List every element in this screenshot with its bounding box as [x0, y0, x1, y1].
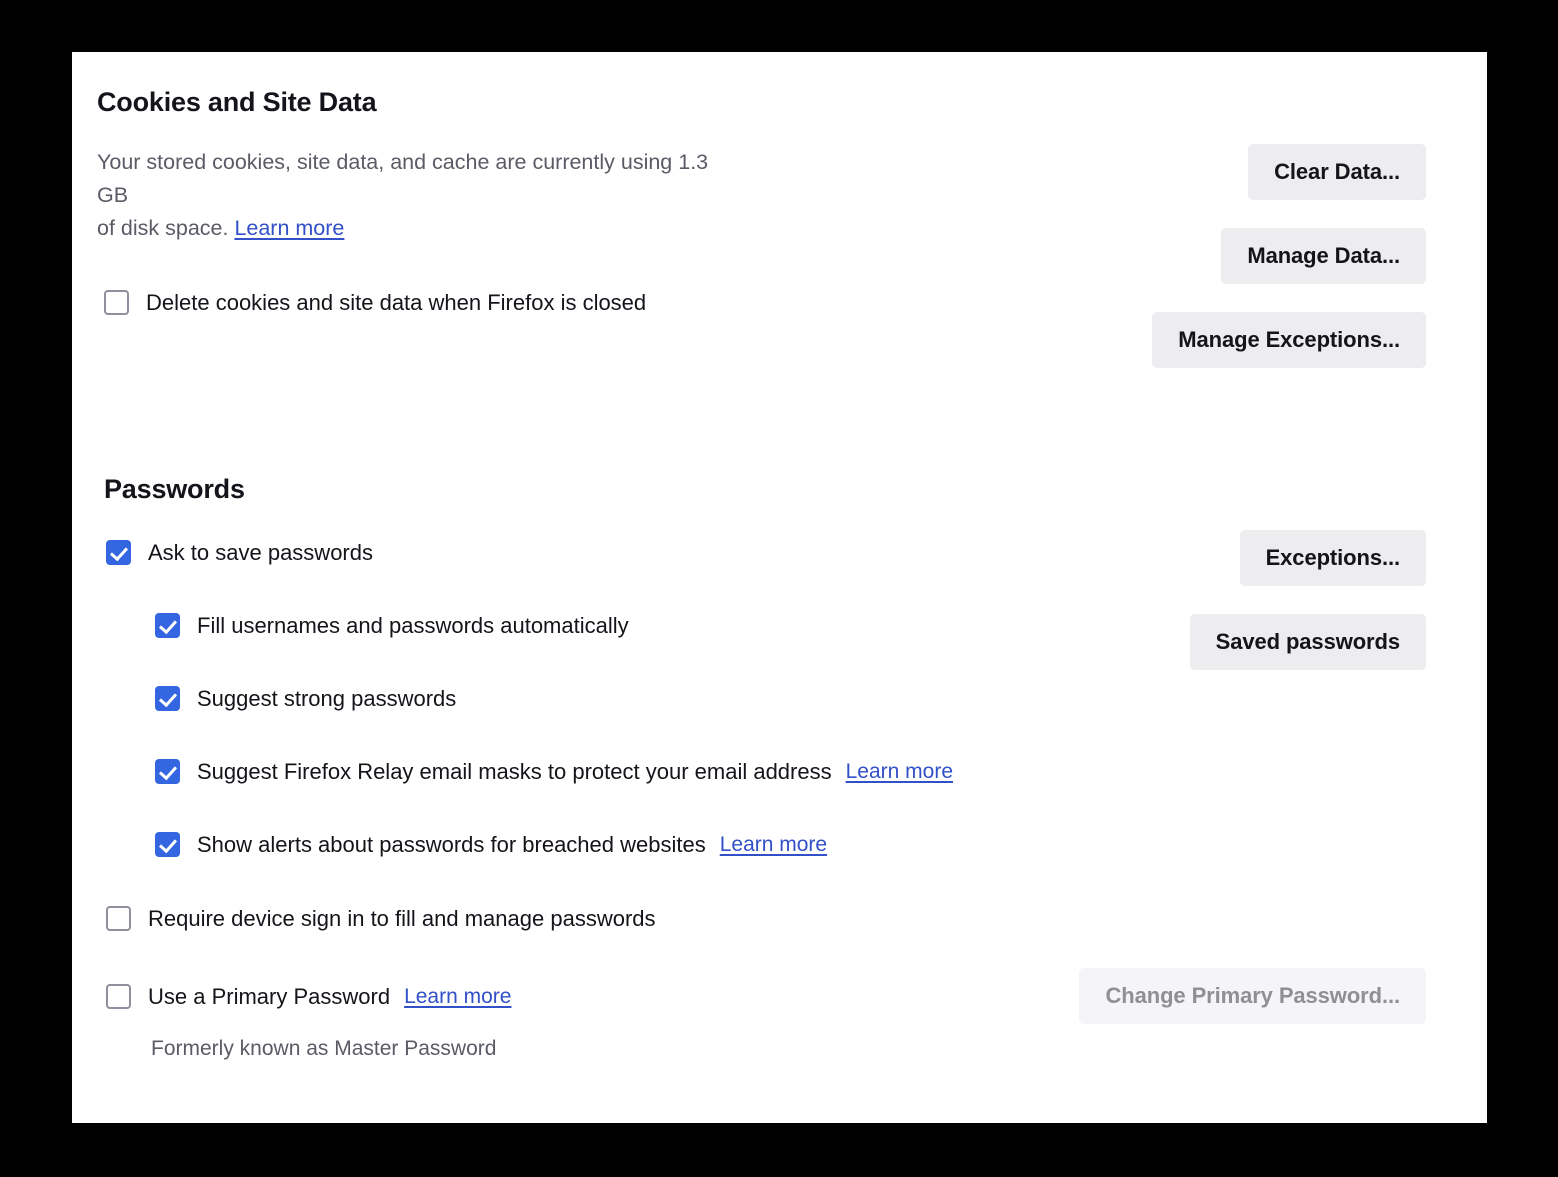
use-primary-password-row[interactable]: Use a Primary Password Learn more [106, 984, 511, 1009]
use-primary-password-label: Use a Primary Password [148, 983, 391, 1009]
breach-alerts-label: Show alerts about passwords for breached… [197, 831, 706, 857]
manage-exceptions-button[interactable]: Manage Exceptions... [1152, 312, 1426, 368]
ask-to-save-passwords-checkbox[interactable] [106, 540, 131, 565]
change-primary-password-button[interactable]: Change Primary Password... [1079, 968, 1426, 1024]
cookies-storage-description: Your stored cookies, site data, and cach… [97, 146, 717, 245]
primary-password-note: Formerly known as Master Password [151, 1037, 497, 1060]
suggest-strong-passwords-row[interactable]: Suggest strong passwords [155, 686, 456, 711]
clear-data-button[interactable]: Clear Data... [1248, 144, 1426, 200]
ask-to-save-passwords-label: Ask to save passwords [148, 539, 373, 565]
primary-password-learn-more-link[interactable]: Learn more [404, 985, 511, 1009]
breach-alerts-learn-more-link[interactable]: Learn more [720, 833, 827, 857]
firefox-relay-masks-checkbox[interactable] [155, 759, 180, 784]
delete-cookies-on-close-row[interactable]: Delete cookies and site data when Firefo… [104, 290, 646, 315]
firefox-relay-masks-row[interactable]: Suggest Firefox Relay email masks to pro… [155, 759, 953, 784]
cookies-learn-more-link[interactable]: Learn more [234, 216, 344, 240]
settings-panel: Cookies and Site Data Your stored cookie… [72, 52, 1487, 1123]
breach-alerts-checkbox[interactable] [155, 832, 180, 857]
password-exceptions-button[interactable]: Exceptions... [1239, 530, 1426, 586]
cookies-storage-description-line2: of disk space. [97, 216, 235, 240]
cookies-section-heading: Cookies and Site Data [97, 87, 377, 117]
suggest-strong-passwords-checkbox[interactable] [155, 686, 180, 711]
saved-passwords-button[interactable]: Saved passwords [1189, 614, 1426, 670]
firefox-relay-masks-label: Suggest Firefox Relay email masks to pro… [197, 758, 832, 784]
require-device-signin-label: Require device sign in to fill and manag… [148, 905, 656, 931]
ask-to-save-passwords-row[interactable]: Ask to save passwords [106, 540, 373, 565]
firefox-relay-learn-more-link[interactable]: Learn more [846, 760, 953, 784]
fill-usernames-passwords-checkbox[interactable] [155, 613, 180, 638]
fill-usernames-passwords-label: Fill usernames and passwords automatical… [197, 612, 629, 638]
manage-data-button[interactable]: Manage Data... [1221, 228, 1426, 284]
suggest-strong-passwords-label: Suggest strong passwords [197, 685, 457, 711]
require-device-signin-row[interactable]: Require device sign in to fill and manag… [106, 906, 656, 931]
delete-cookies-on-close-label: Delete cookies and site data when Firefo… [146, 289, 647, 315]
fill-usernames-passwords-row[interactable]: Fill usernames and passwords automatical… [155, 613, 629, 638]
delete-cookies-on-close-checkbox[interactable] [104, 290, 129, 315]
use-primary-password-checkbox[interactable] [106, 984, 131, 1009]
breach-alerts-row[interactable]: Show alerts about passwords for breached… [155, 832, 827, 857]
screenshot-viewport: Cookies and Site Data Your stored cookie… [0, 0, 1558, 1177]
require-device-signin-checkbox[interactable] [106, 906, 131, 931]
cookies-storage-description-line1: Your stored cookies, site data, and cach… [97, 150, 709, 207]
passwords-section-heading: Passwords [104, 474, 245, 504]
